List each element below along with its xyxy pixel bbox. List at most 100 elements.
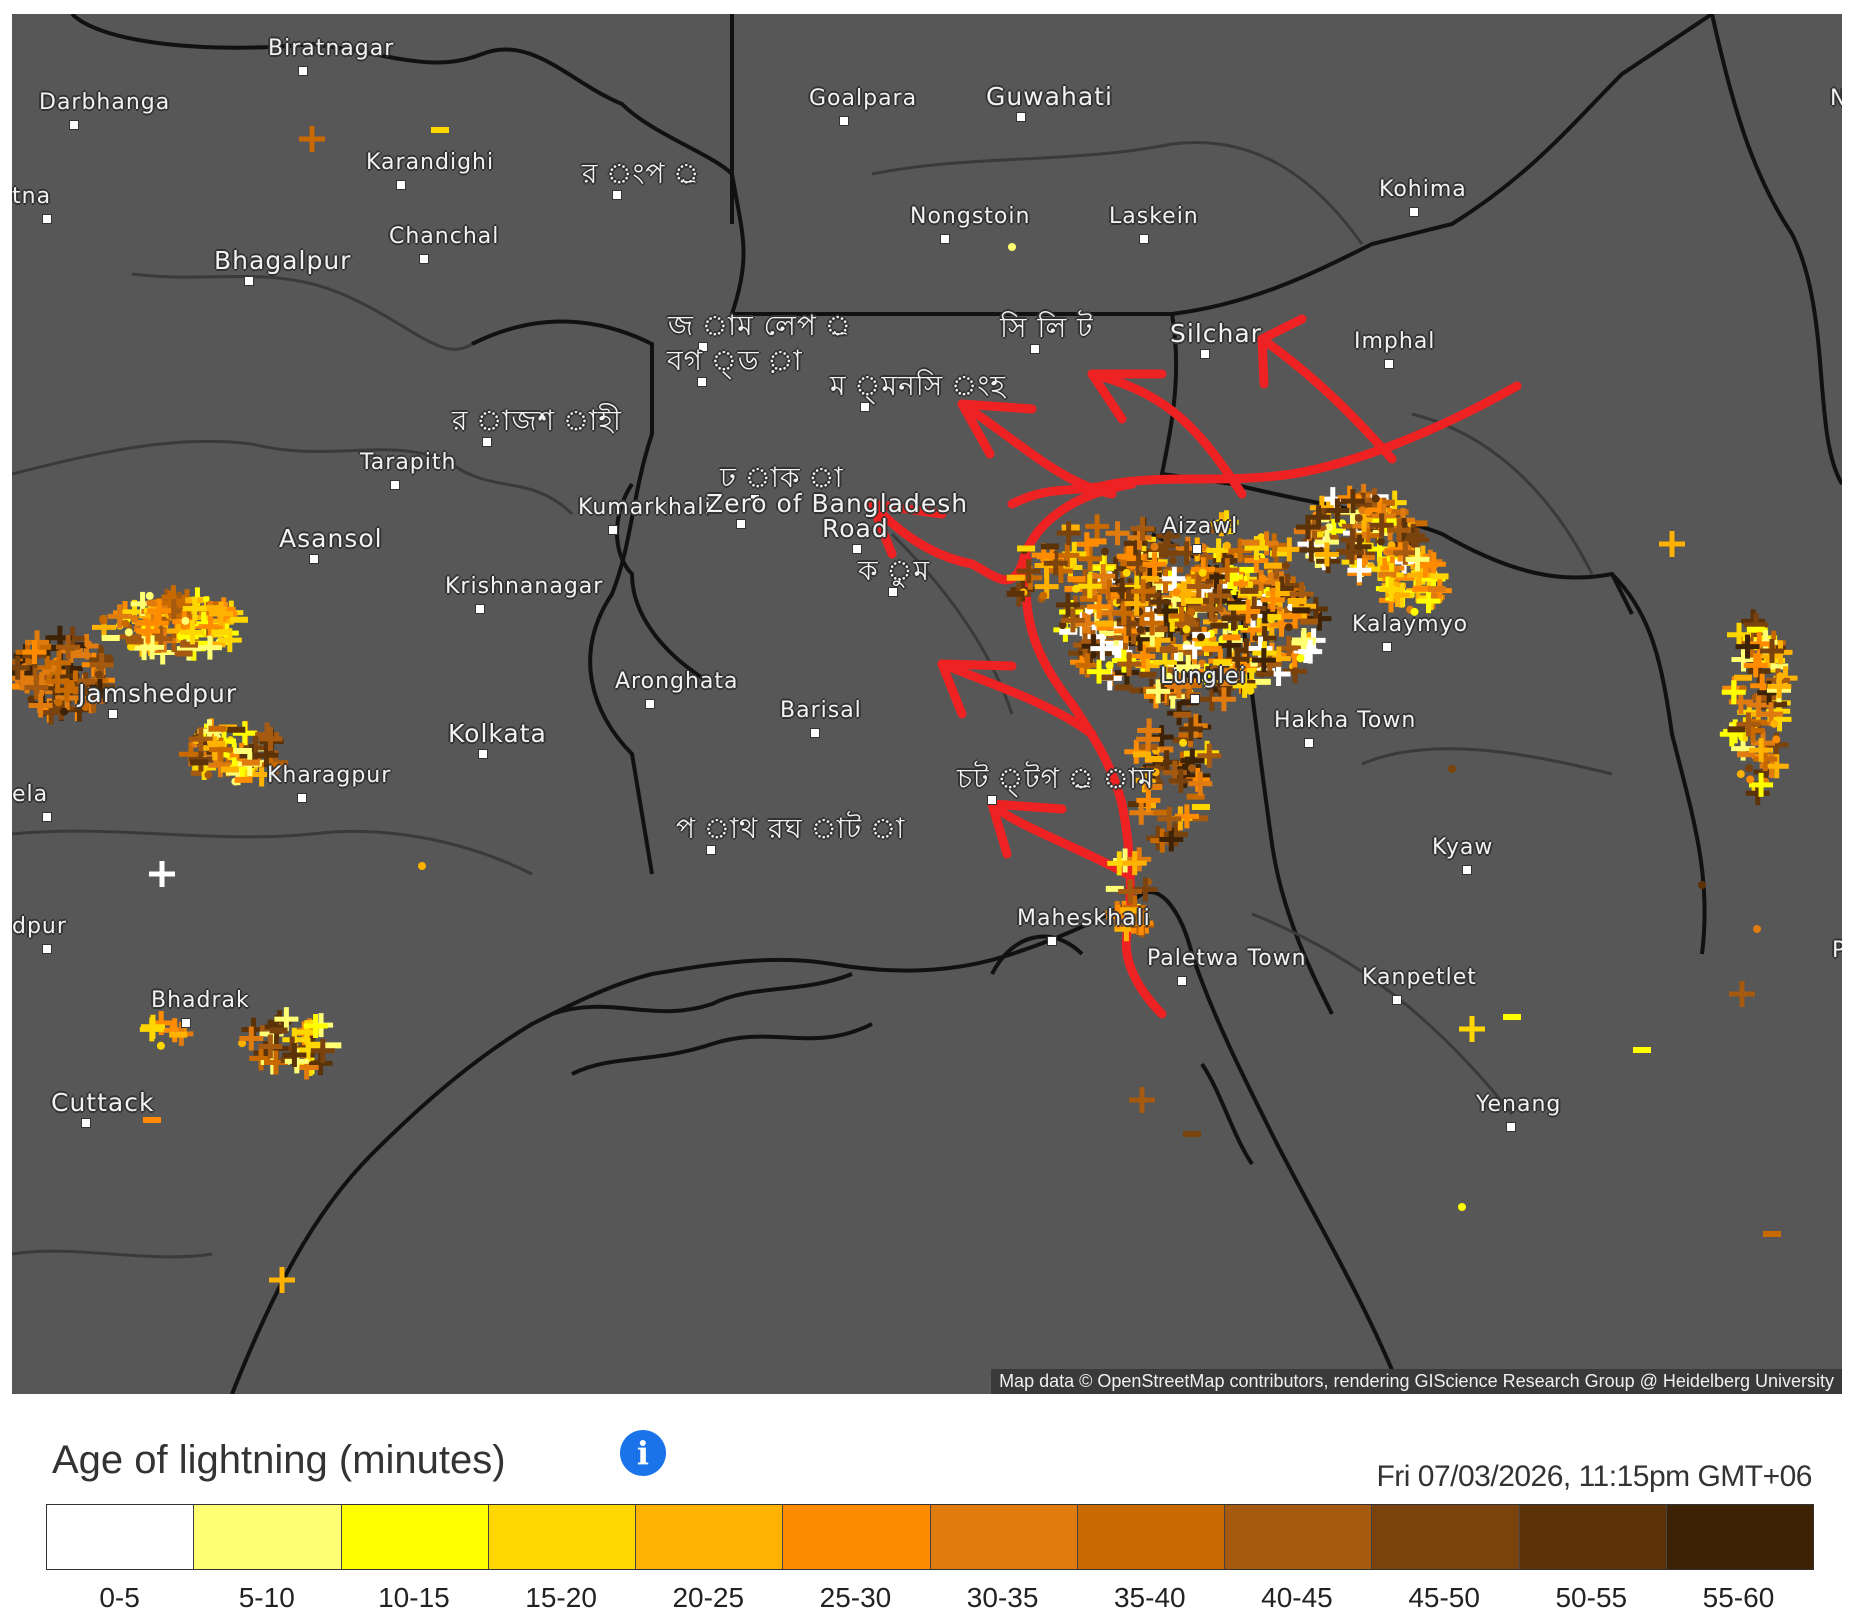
district-line bbox=[1251, 912, 1514, 1115]
map-attribution[interactable]: Map data © OpenStreetMap contributors, r… bbox=[991, 1369, 1842, 1394]
lightning-strike-cloud bbox=[418, 862, 426, 870]
place-label: বগ ্ড ়া bbox=[667, 344, 803, 377]
place-marker bbox=[1190, 694, 1200, 704]
place-marker bbox=[839, 116, 849, 126]
place-label: Laskein bbox=[1109, 204, 1199, 229]
place-marker bbox=[69, 120, 79, 130]
place-marker bbox=[940, 234, 950, 244]
place-label: Hakha Town bbox=[1274, 708, 1417, 733]
lightning-strike-positive bbox=[1659, 531, 1685, 557]
lightning-strike-cloud bbox=[1188, 616, 1197, 625]
legend-swatch bbox=[1519, 1505, 1667, 1569]
place-marker bbox=[1200, 349, 1210, 359]
lightning-strike-cloud bbox=[84, 640, 93, 649]
place-label: Jamshedpur bbox=[78, 679, 238, 708]
place-marker bbox=[478, 749, 488, 759]
legend-timestamp: Fri 07/03/2026, 11:15pm GMT+06 bbox=[1376, 1460, 1812, 1493]
place-marker bbox=[108, 709, 118, 719]
lightning-strike-cloud bbox=[1296, 654, 1305, 663]
legend-label: 5-10 bbox=[238, 1582, 295, 1613]
place-label: Kalaymyo bbox=[1352, 612, 1469, 637]
legend-label: 25-30 bbox=[819, 1582, 892, 1613]
lightning-strike-cloud bbox=[99, 616, 108, 625]
place-marker bbox=[1506, 1122, 1516, 1132]
lightning-strike-positive bbox=[1129, 1087, 1155, 1113]
place-label: Krishnanagar bbox=[445, 574, 604, 599]
lightning-strike-cloud bbox=[1198, 568, 1207, 577]
legend-swatch bbox=[636, 1505, 784, 1569]
lightning-strike-positive bbox=[1118, 879, 1143, 904]
place-marker bbox=[987, 795, 997, 805]
lightning-strike-cloud bbox=[1187, 607, 1196, 616]
legend-label: 35-40 bbox=[1113, 1582, 1186, 1613]
place-label: Darbhanga bbox=[39, 90, 171, 115]
place-label: Nongstoin bbox=[910, 204, 1031, 229]
place-label: dpur bbox=[12, 914, 67, 939]
place-label: Tarapith bbox=[360, 450, 457, 475]
place-marker bbox=[697, 377, 707, 387]
place-label: Silchar bbox=[1170, 319, 1262, 348]
place-marker bbox=[42, 812, 52, 822]
place-label: Road bbox=[822, 514, 889, 543]
place-marker bbox=[475, 604, 485, 614]
legend-label: 50-55 bbox=[1555, 1582, 1628, 1613]
lightning-strike-positive bbox=[269, 1267, 295, 1293]
legend-swatch bbox=[194, 1505, 342, 1569]
lightning-strike-positive bbox=[149, 861, 175, 887]
place-marker bbox=[810, 728, 820, 738]
place-label: Kumarkhali bbox=[578, 495, 712, 520]
lightning-strike-cloud bbox=[54, 698, 63, 707]
district-line bbox=[12, 829, 533, 876]
lightning-strike-cloud bbox=[1223, 541, 1232, 550]
place-marker bbox=[244, 276, 254, 286]
place-label: Bhagalpur bbox=[214, 246, 352, 275]
place-marker bbox=[419, 254, 429, 264]
district-line bbox=[131, 272, 473, 351]
place-marker bbox=[81, 1118, 91, 1128]
place-marker bbox=[1409, 207, 1419, 217]
lightning-strike-cloud bbox=[1770, 719, 1779, 728]
place-label: র ংপ ্র bbox=[582, 157, 701, 190]
place-label: Aronghata bbox=[615, 669, 739, 694]
place-label: tna bbox=[12, 184, 52, 209]
place-label: Pa bbox=[1832, 938, 1842, 963]
place-label: র াজশ াহী bbox=[452, 404, 622, 437]
place-marker bbox=[860, 402, 870, 412]
legend-swatch bbox=[1077, 1505, 1225, 1569]
lightning-strike-positive bbox=[1729, 981, 1755, 1007]
info-icon[interactable]: i bbox=[620, 1430, 666, 1476]
place-label: Kolkata bbox=[448, 719, 547, 748]
place-label: Aizawl bbox=[1162, 514, 1239, 539]
lightning-map[interactable]: Biratnagar Darbhanga Goalpara Guwahati Karan… bbox=[12, 14, 1842, 1394]
place-marker bbox=[297, 793, 307, 803]
place-marker bbox=[181, 1018, 191, 1028]
lightning-strike-cloud bbox=[1448, 765, 1456, 773]
place-label: Kohima bbox=[1379, 177, 1467, 202]
place-marker bbox=[1047, 936, 1057, 946]
place-marker bbox=[1177, 976, 1187, 986]
lightning-strike-cloud bbox=[169, 1023, 178, 1032]
place-marker bbox=[1139, 234, 1149, 244]
coastline-path bbox=[990, 934, 1084, 975]
place-label: ম ্মনসি ংহ bbox=[830, 369, 1007, 402]
legend-swatch bbox=[930, 1505, 1078, 1569]
place-label: Goalpara bbox=[809, 86, 918, 111]
border-line bbox=[729, 14, 1714, 316]
place-label: Lunglei bbox=[1160, 664, 1247, 689]
legend-label: 55-60 bbox=[1702, 1582, 1775, 1613]
place-label: Imphal bbox=[1354, 329, 1436, 354]
lightning-strike-cloud bbox=[59, 707, 68, 716]
lightning-strike-cloud bbox=[130, 614, 139, 623]
lightning-strike-cloud bbox=[1376, 537, 1385, 546]
lightning-strike-cloud bbox=[1197, 633, 1206, 642]
lightning-strike-cloud bbox=[1371, 494, 1380, 503]
place-marker bbox=[1030, 344, 1040, 354]
place-label: Kanpetlet bbox=[1362, 965, 1477, 990]
lightning-strike-cloud bbox=[1105, 661, 1114, 670]
place-marker bbox=[736, 519, 746, 529]
lightning-strike-cloud bbox=[1698, 881, 1706, 889]
place-marker bbox=[1462, 865, 1472, 875]
lightning-strike-positive bbox=[1197, 743, 1222, 768]
lightning-strike-positive bbox=[1277, 537, 1302, 562]
place-label: Kharagpur bbox=[267, 763, 392, 788]
